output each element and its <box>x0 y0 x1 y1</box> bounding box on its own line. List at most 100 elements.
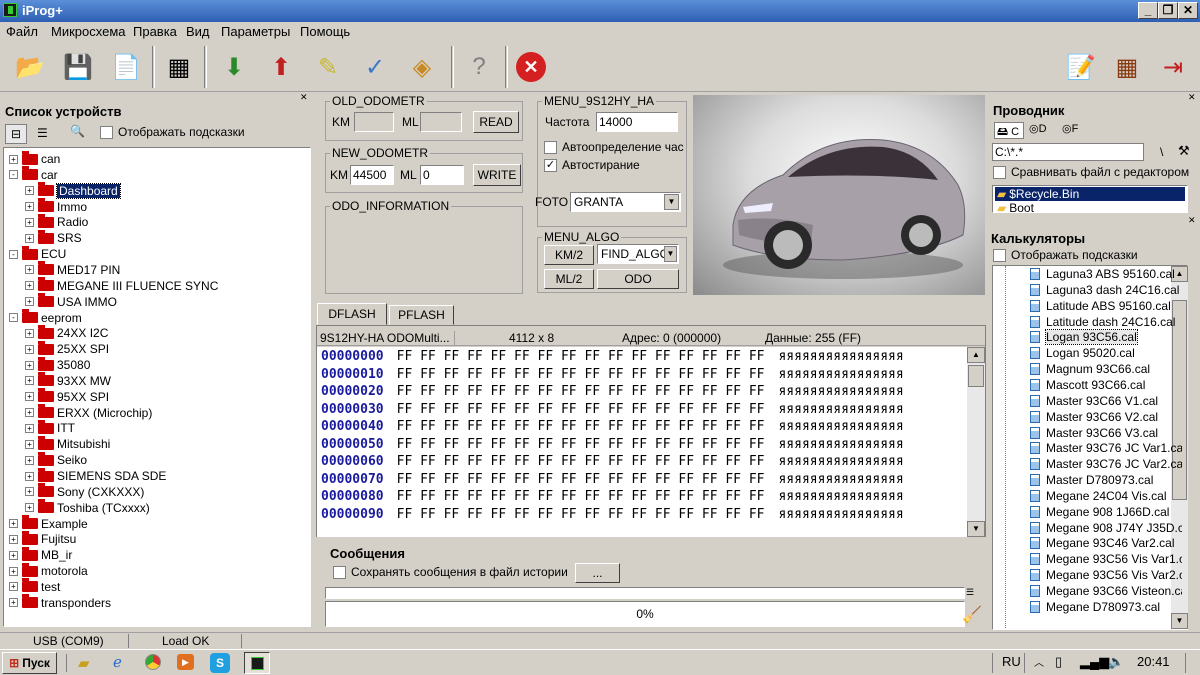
old-km-field[interactable] <box>354 112 394 132</box>
expand-icon[interactable]: + <box>25 408 34 418</box>
new-ml-field[interactable]: 0 <box>420 165 464 185</box>
tab-pflash[interactable]: PFLASH <box>389 305 454 325</box>
calc-hints-checkbox[interactable]: Отображать подсказки <box>993 248 1138 263</box>
menu-help[interactable]: Помощь <box>300 24 350 39</box>
list-item[interactable]: ▰ $Recycle.Bin <box>995 187 1185 201</box>
write-chip-icon[interactable]: ⬆ <box>262 48 300 86</box>
skype-taskbar-icon[interactable]: S <box>210 653 230 673</box>
chevron-down-icon[interactable]: ▼ <box>664 194 679 210</box>
tree-node[interactable]: + Fujitsu <box>9 530 76 547</box>
tree-node[interactable]: +24XX I2C <box>25 324 108 341</box>
menu-params[interactable]: Параметры <box>221 24 290 39</box>
hex-bytes-cell[interactable]: FF FF FF FF FF FF FF FF FF FF FF FF FF F… <box>397 384 765 399</box>
restore-button[interactable]: ❐ <box>1158 2 1178 19</box>
tree-node[interactable]: + Radio <box>25 213 88 230</box>
hex-bytes-cell[interactable]: FF FF FF FF FF FF FF FF FF FF FF FF FF F… <box>397 454 765 469</box>
ie-taskbar-icon[interactable]: ℯ <box>113 653 122 671</box>
tree-node[interactable]: + MB_ir <box>9 546 72 563</box>
calc-file-item[interactable]: Master 93C66 V1.cal <box>1030 393 1158 409</box>
stop-icon[interactable]: ✕ <box>512 48 550 86</box>
hex-row[interactable]: 00000060 FF FF FF FF FF FF FF FF FF FF FF… <box>321 454 904 471</box>
chrome-taskbar-icon[interactable] <box>145 654 161 670</box>
calc-file-item[interactable]: Master D780973.cal <box>1030 472 1153 488</box>
media-player-taskbar-icon[interactable]: ▶ <box>177 654 194 670</box>
hex-text-cell[interactable]: яяяяяяяяяяяяяяяя <box>778 507 903 522</box>
minimize-button[interactable]: _ <box>1138 2 1158 19</box>
read-chip-icon[interactable]: ⬇ <box>215 48 253 86</box>
write-button[interactable]: WRITE <box>473 164 521 186</box>
calc-file-item[interactable]: Megane 93C56 Vis Var1.ca <box>1030 551 1182 567</box>
calculator-icon[interactable]: ▦ <box>1108 48 1146 86</box>
show-hidden-icons-icon[interactable]: ︿ <box>1034 654 1044 669</box>
save-icon[interactable]: 💾 <box>59 48 97 86</box>
tree-node[interactable]: + ERXX (Microchip) <box>25 404 152 421</box>
foto-select[interactable]: GRANTA ▼ <box>570 192 681 212</box>
hex-bytes-cell[interactable]: FF FF FF FF FF FF FF FF FF FF FF FF FF F… <box>397 507 765 522</box>
collapse-icon[interactable]: - <box>9 313 18 322</box>
tree-node[interactable]: + Sony (CXKXXX) <box>25 483 144 500</box>
calc-file-item[interactable]: Megane 908 J74Y J35D.ca <box>1030 520 1182 536</box>
hex-text-cell[interactable]: яяяяяяяяяяяяяяяя <box>778 489 903 504</box>
browse-button[interactable]: ... <box>575 563 620 583</box>
calc-file-item[interactable]: Mascott 93C66.cal <box>1030 377 1145 393</box>
menu-view[interactable]: Вид <box>186 24 210 39</box>
start-button[interactable]: ⊞ Пуск <box>2 652 57 674</box>
hex-bytes-cell[interactable]: FF FF FF FF FF FF FF FF FF FF FF FF FF F… <box>397 437 765 452</box>
calc-file-item[interactable]: Master 93C76 JC Var1.cal <box>1030 440 1182 456</box>
expand-icon[interactable]: + <box>25 423 34 433</box>
expand-icon[interactable]: + <box>25 360 34 370</box>
panel-close-icon[interactable]: ✕ <box>1188 92 1196 103</box>
tree-node[interactable]: +35080 <box>25 356 90 373</box>
drive-d-button[interactable]: ◎D <box>1027 122 1057 139</box>
expand-icon[interactable]: + <box>25 392 34 402</box>
search-icon[interactable]: 🔍 <box>70 124 85 138</box>
calc-file-item[interactable]: Megane 93C66 Visteon.ca <box>1030 583 1182 599</box>
tree-node[interactable]: + test <box>9 578 60 595</box>
calc-file-item[interactable]: Megane 24C04 Vis.cal <box>1030 488 1167 504</box>
blank-check-icon[interactable]: ◈ <box>403 48 441 86</box>
hex-row[interactable]: 00000000 FF FF FF FF FF FF FF FF FF FF FF… <box>321 349 904 366</box>
exit-icon[interactable]: ⇥ <box>1154 48 1192 86</box>
expand-icon[interactable]: + <box>25 344 34 354</box>
hex-row[interactable]: 00000080 FF FF FF FF FF FF FF FF FF FF FF… <box>321 489 904 506</box>
expand-icon[interactable]: + <box>25 471 34 481</box>
algo-select[interactable]: FIND_ALGO ▼ <box>597 244 679 264</box>
calc-file-item[interactable]: Latitude dash 24C16.cal <box>1030 314 1175 330</box>
km-half-button[interactable]: KM/2 <box>544 245 594 265</box>
hex-row[interactable]: 00000050 FF FF FF FF FF FF FF FF FF FF FF… <box>321 437 904 454</box>
erase-chip-icon[interactable]: ✎ <box>309 48 347 86</box>
tree-node[interactable]: + Seiko <box>25 451 87 468</box>
hex-row[interactable]: 00000090 FF FF FF FF FF FF FF FF FF FF FF… <box>321 507 904 524</box>
hex-text-cell[interactable]: яяяяяяяяяяяяяяяя <box>778 454 903 469</box>
menu-chip[interactable]: Микросхема <box>51 24 126 39</box>
expand-icon[interactable]: + <box>9 566 18 576</box>
hex-bytes-cell[interactable]: FF FF FF FF FF FF FF FF FF FF FF FF FF F… <box>397 472 765 487</box>
network-signal-icon[interactable]: ▂▄▆ <box>1080 654 1109 670</box>
tools-icon[interactable]: ⚒ <box>1178 143 1190 159</box>
drive-f-button[interactable]: ◎F <box>1060 122 1090 139</box>
hex-scrollbar[interactable]: ▲ ▼ <box>967 347 985 537</box>
calc-file-item[interactable]: Megane 93C56 Vis Var2.ca <box>1030 567 1182 583</box>
calc-file-item[interactable]: Logan 93C56.cal <box>1030 329 1138 346</box>
expand-icon[interactable]: + <box>25 186 34 196</box>
hex-editor[interactable]: 00000000 FF FF FF FF FF FF FF FF FF FF FF… <box>317 347 967 537</box>
hex-text-cell[interactable]: яяяяяяяяяяяяяяяя <box>778 367 903 382</box>
menu-file[interactable]: Файл <box>6 24 38 39</box>
tree-node[interactable]: - car <box>9 166 58 183</box>
tree-node[interactable]: + Mitsubishi <box>25 435 110 452</box>
panel-close-icon[interactable]: ✕ <box>300 92 308 103</box>
menu-edit[interactable]: Правка <box>133 24 177 39</box>
explorer-taskbar-icon[interactable]: ▰ <box>78 654 90 672</box>
calc-file-item[interactable]: Master 93C66 V3.cal <box>1030 425 1158 441</box>
tree-view-icon[interactable]: ⊟ <box>5 124 27 144</box>
expand-icon[interactable]: + <box>25 439 34 449</box>
tree-node[interactable]: + transponders <box>9 594 111 611</box>
calc-file-item[interactable]: Megane 93C46 Var2.cal <box>1030 535 1175 551</box>
collapse-icon[interactable]: - <box>9 249 18 259</box>
expand-icon[interactable]: + <box>9 519 18 529</box>
language-indicator[interactable]: RU <box>1002 654 1021 669</box>
old-ml-field[interactable] <box>420 112 462 132</box>
collapse-icon[interactable]: - <box>9 170 18 180</box>
show-hints-checkbox[interactable]: Отображать подсказки <box>100 125 245 140</box>
expand-icon[interactable]: + <box>25 217 34 227</box>
